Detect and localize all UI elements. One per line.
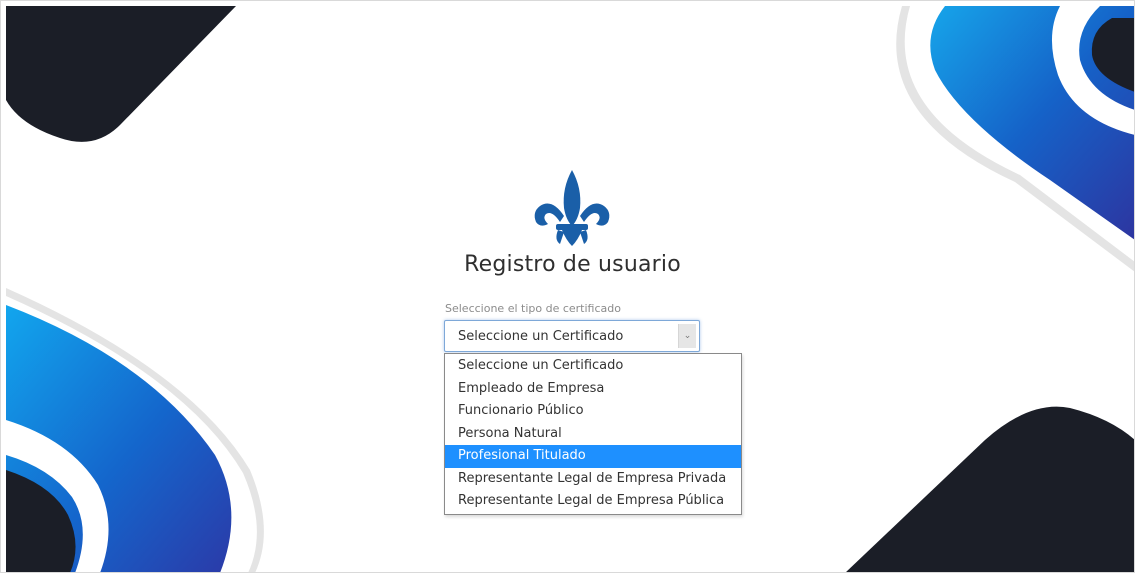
dropdown-option-representante-legal-publica[interactable]: Representante Legal de Empresa Pública <box>445 490 741 513</box>
certificate-dropdown-list: Seleccione un Certificado Empleado de Em… <box>444 353 742 515</box>
fleur-de-lis-icon <box>534 170 610 246</box>
dropdown-option-empleado-de-empresa[interactable]: Empleado de Empresa <box>445 378 741 401</box>
certificate-select[interactable]: Seleccione un Certificado ⌄ <box>444 320 700 352</box>
dropdown-option-funcionario-publico[interactable]: Funcionario Público <box>445 400 741 423</box>
page-background: Registro de usuario Seleccione el tipo d… <box>0 0 1135 573</box>
dropdown-option-profesional-titulado[interactable]: Profesional Titulado <box>445 445 741 468</box>
dropdown-option-placeholder[interactable]: Seleccione un Certificado <box>445 355 741 378</box>
decor-dark-top-left <box>6 6 236 142</box>
dropdown-option-representante-legal-privada[interactable]: Representante Legal de Empresa Privada <box>445 468 741 491</box>
certificate-select-value: Seleccione un Certificado <box>458 329 624 344</box>
dropdown-option-persona-natural[interactable]: Persona Natural <box>445 423 741 446</box>
decor-dark-bottom-right <box>845 406 1135 573</box>
chevron-down-icon[interactable]: ⌄ <box>678 324 696 348</box>
certificate-type-label: Seleccione el tipo de certificado <box>445 302 621 315</box>
page-title: Registro de usuario <box>464 252 681 277</box>
